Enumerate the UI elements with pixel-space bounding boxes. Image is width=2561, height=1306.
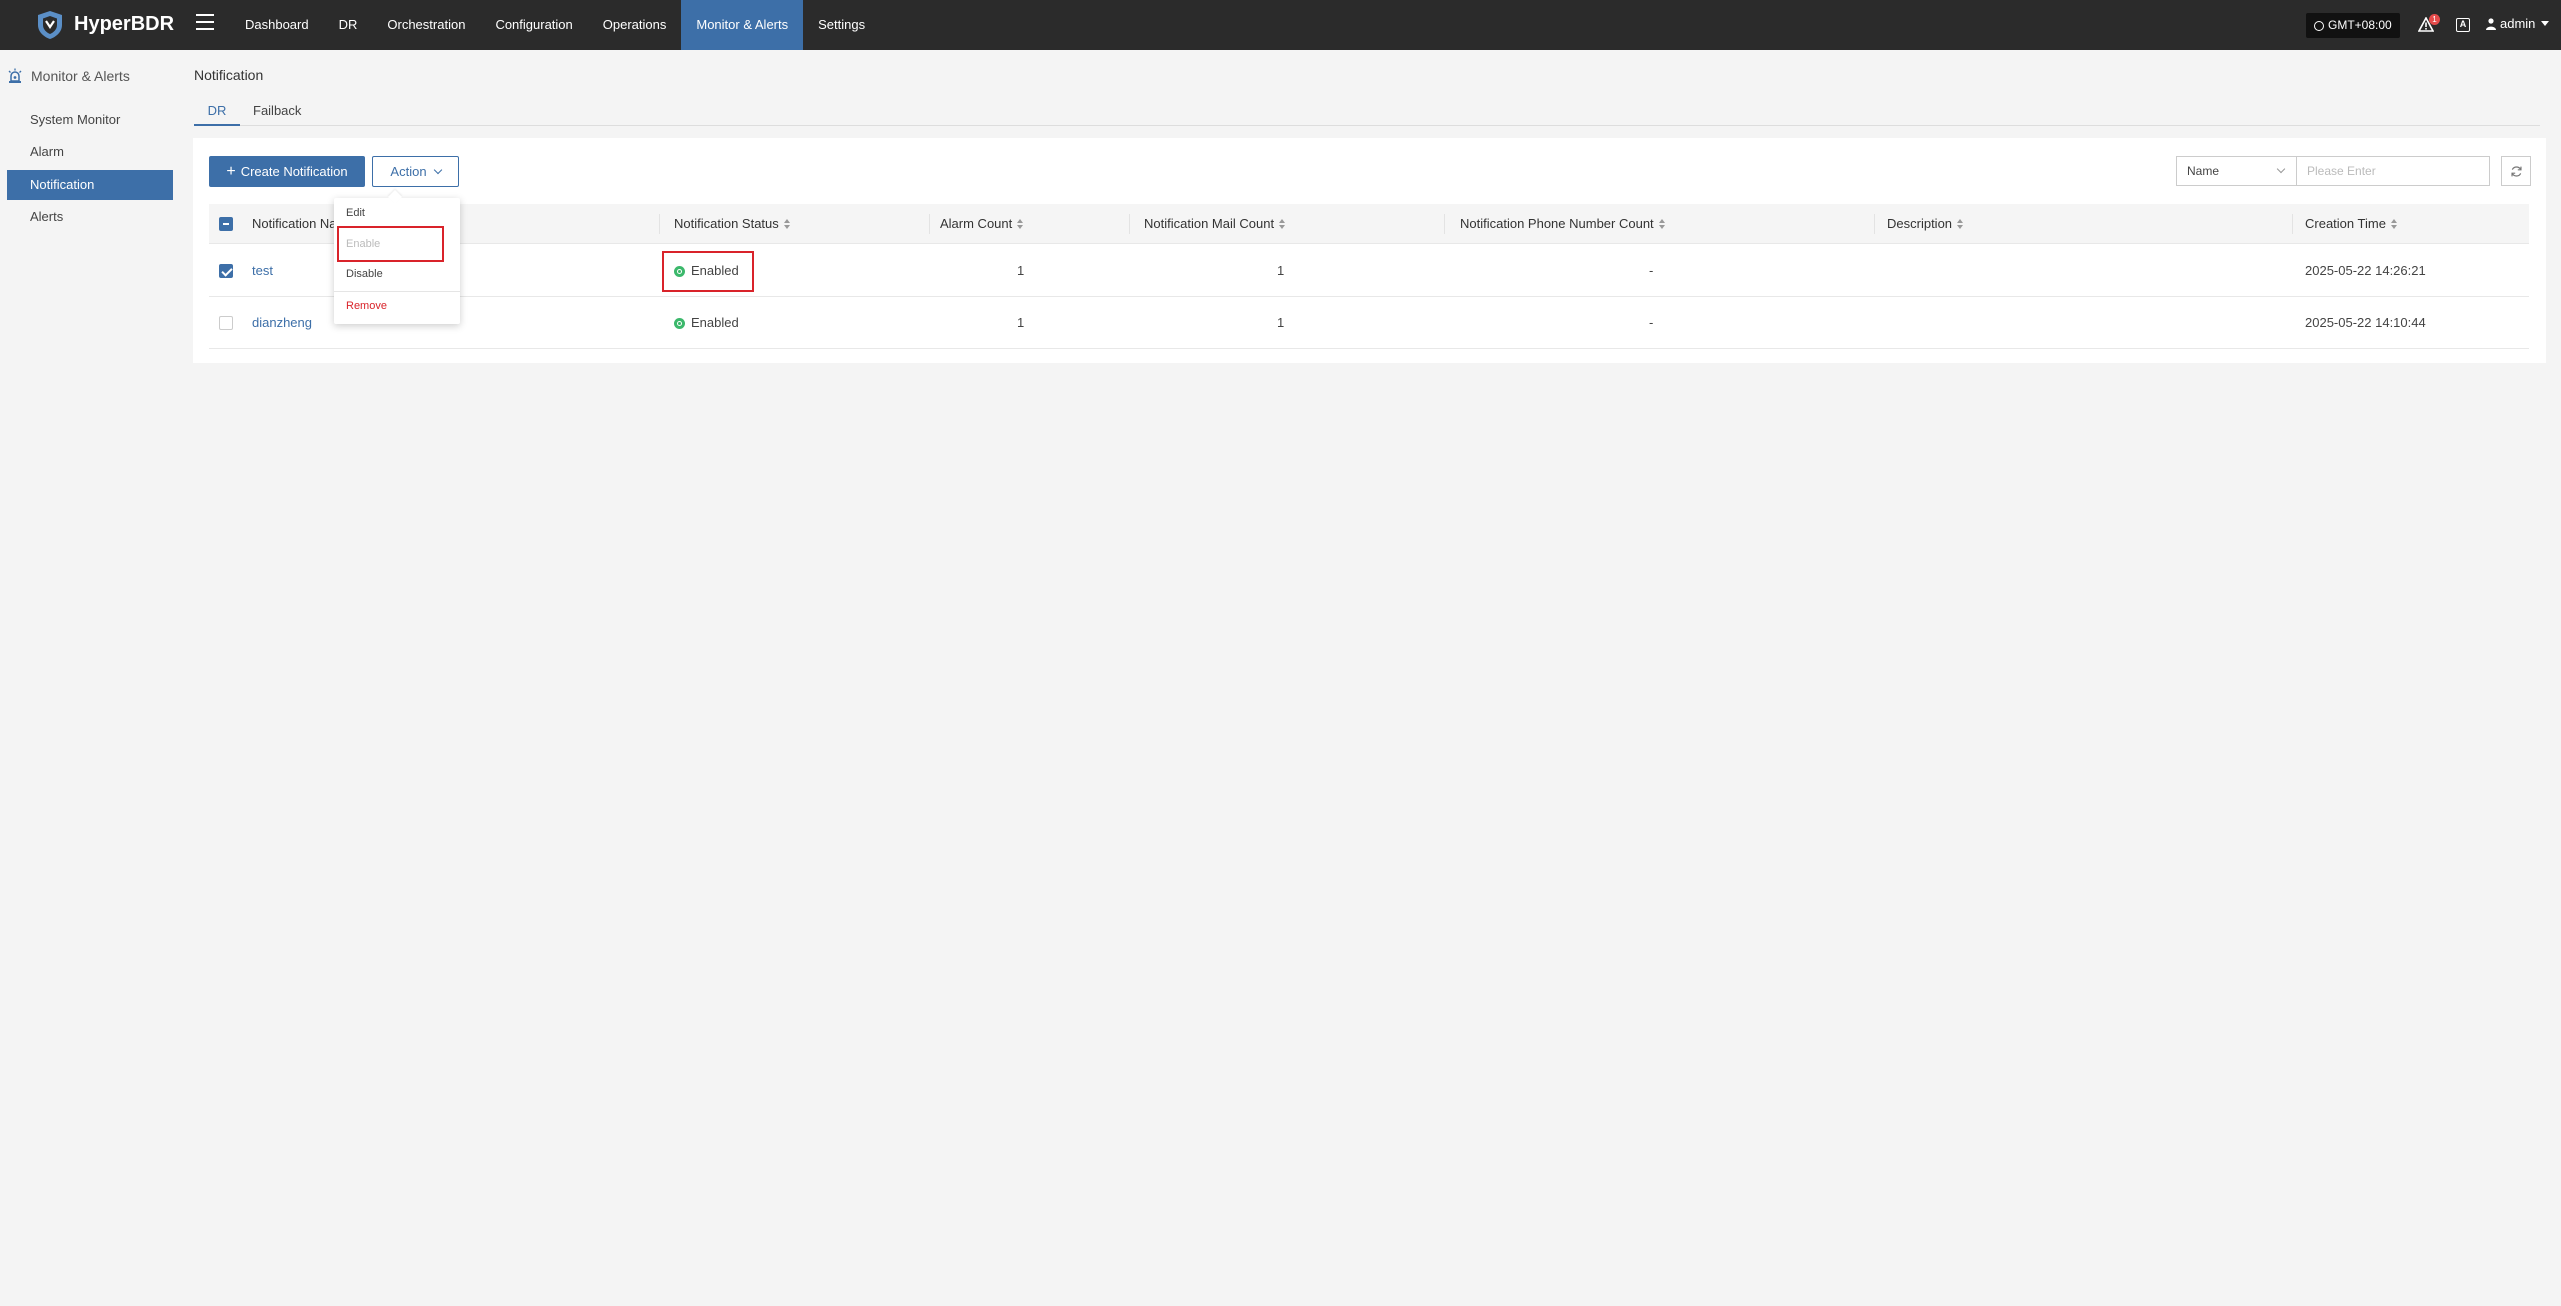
- brand-name: HyperBDR: [74, 13, 175, 35]
- creation-time-cell: 2025-05-22 14:26:21: [2305, 263, 2426, 278]
- column-divider: [659, 214, 660, 234]
- sort-icon: [1017, 219, 1024, 229]
- notification-name-link[interactable]: dianzheng: [252, 297, 312, 349]
- menu-divider: [334, 291, 460, 292]
- row-checkbox[interactable]: [219, 264, 233, 278]
- create-notification-label: Create Notification: [240, 164, 348, 179]
- status-highlight-box: [662, 251, 754, 292]
- caret-down-icon: [2541, 21, 2550, 26]
- timezone-label: GMT+08:00: [2328, 18, 2392, 32]
- tab-dr[interactable]: DR: [194, 100, 240, 126]
- nav-dr[interactable]: DR: [324, 0, 373, 50]
- chevron-down-icon: [2276, 164, 2286, 174]
- action-label: Action: [390, 164, 427, 179]
- sidebar-section-header: Monitor & Alerts: [7, 68, 130, 84]
- menu-item-remove[interactable]: Remove: [334, 293, 460, 319]
- nav-monitor-alerts[interactable]: Monitor & Alerts: [681, 0, 804, 50]
- col-notification-mail-count[interactable]: Notification Mail Count: [1144, 204, 1286, 244]
- enable-highlight-box: [337, 226, 444, 262]
- action-dropdown-button[interactable]: Action: [372, 156, 459, 187]
- mail-count-cell: 1: [1277, 315, 1285, 330]
- sidebar: Monitor & Alerts System Monitor Alarm No…: [0, 50, 178, 1306]
- refresh-button[interactable]: [2501, 156, 2531, 186]
- status-badge: Enabled: [674, 297, 739, 349]
- col-description[interactable]: Description: [1887, 204, 1964, 244]
- enabled-status-icon: [674, 317, 685, 329]
- phone-count-cell: -: [1649, 263, 1654, 278]
- user-icon: [2486, 17, 2496, 30]
- select-all-checkbox[interactable]: [219, 217, 233, 231]
- sidebar-item-alarm[interactable]: Alarm: [7, 137, 173, 167]
- refresh-icon: [2510, 165, 2522, 177]
- language-icon[interactable]: A: [2456, 18, 2470, 32]
- sidebar-section-title: Monitor & Alerts: [31, 68, 130, 84]
- chevron-down-icon: [433, 165, 442, 175]
- col-notification-phone-count[interactable]: Notification Phone Number Count: [1460, 204, 1665, 244]
- sort-icon: [1658, 219, 1665, 229]
- nav-configuration[interactable]: Configuration: [480, 0, 587, 50]
- notification-name-link[interactable]: test: [252, 245, 273, 297]
- phone-count-cell: -: [1649, 315, 1654, 330]
- top-navbar: HyperBDR Dashboard DR Orchestration Conf…: [0, 0, 2561, 50]
- row-checkbox[interactable]: [219, 316, 233, 330]
- nav-dashboard[interactable]: Dashboard: [230, 0, 324, 50]
- creation-time-cell: 2025-05-22 14:10:44: [2305, 315, 2426, 330]
- column-divider: [929, 214, 930, 234]
- column-divider: [1874, 214, 1875, 234]
- nav-settings[interactable]: Settings: [803, 0, 880, 50]
- main-nav: Dashboard DR Orchestration Configuration…: [230, 0, 880, 50]
- alert-count-badge: 1: [2429, 14, 2440, 25]
- user-menu[interactable]: admin: [2486, 16, 2550, 31]
- column-divider: [1129, 214, 1130, 234]
- menu-item-edit[interactable]: Edit: [334, 200, 460, 226]
- create-notification-button[interactable]: + Create Notification: [209, 156, 365, 187]
- table-row[interactable]: test Enabled 1 1 - 2025-05-22 14:26:21: [209, 245, 2529, 297]
- alarm-light-icon: [8, 68, 22, 83]
- sidebar-item-alerts[interactable]: Alerts: [7, 202, 173, 232]
- search-input[interactable]: [2297, 156, 2490, 186]
- alarm-count-cell: 1: [1017, 263, 1025, 278]
- tab-bar: DR Failback: [194, 100, 2540, 126]
- sort-icon: [1279, 219, 1286, 229]
- timezone-button[interactable]: GMT+08:00: [2306, 13, 2400, 38]
- search-field-value: Name: [2187, 164, 2220, 178]
- sidebar-item-system-monitor[interactable]: System Monitor: [7, 105, 173, 135]
- col-alarm-count[interactable]: Alarm Count: [940, 204, 1024, 244]
- table-row[interactable]: dianzheng Enabled 1 1 - 2025-05-22 14:10…: [209, 297, 2529, 349]
- menu-toggle-icon[interactable]: [196, 14, 214, 32]
- nav-operations[interactable]: Operations: [588, 0, 682, 50]
- col-notification-status[interactable]: Notification Status: [674, 204, 790, 244]
- menu-item-disable[interactable]: Disable: [334, 261, 460, 287]
- alarm-count-cell: 1: [1017, 315, 1025, 330]
- clock-icon: [2314, 20, 2324, 31]
- sidebar-item-notification[interactable]: Notification: [7, 170, 173, 200]
- sort-icon: [2390, 219, 2397, 229]
- col-creation-time[interactable]: Creation Time: [2305, 204, 2397, 244]
- search-field-select[interactable]: Name: [2176, 156, 2297, 186]
- table-header: Notification Name Notification Status Al…: [209, 204, 2529, 244]
- column-divider: [2292, 214, 2293, 234]
- column-divider: [1444, 214, 1445, 234]
- page-title: Notification: [194, 67, 264, 83]
- mail-count-cell: 1: [1277, 263, 1285, 278]
- username: admin: [2500, 16, 2536, 31]
- tab-failback[interactable]: Failback: [253, 100, 301, 126]
- plus-icon: +: [226, 162, 236, 180]
- nav-orchestration[interactable]: Orchestration: [372, 0, 480, 50]
- hyperbdr-logo-icon: [38, 11, 62, 39]
- sort-icon: [783, 219, 790, 229]
- sort-icon: [1957, 219, 1964, 229]
